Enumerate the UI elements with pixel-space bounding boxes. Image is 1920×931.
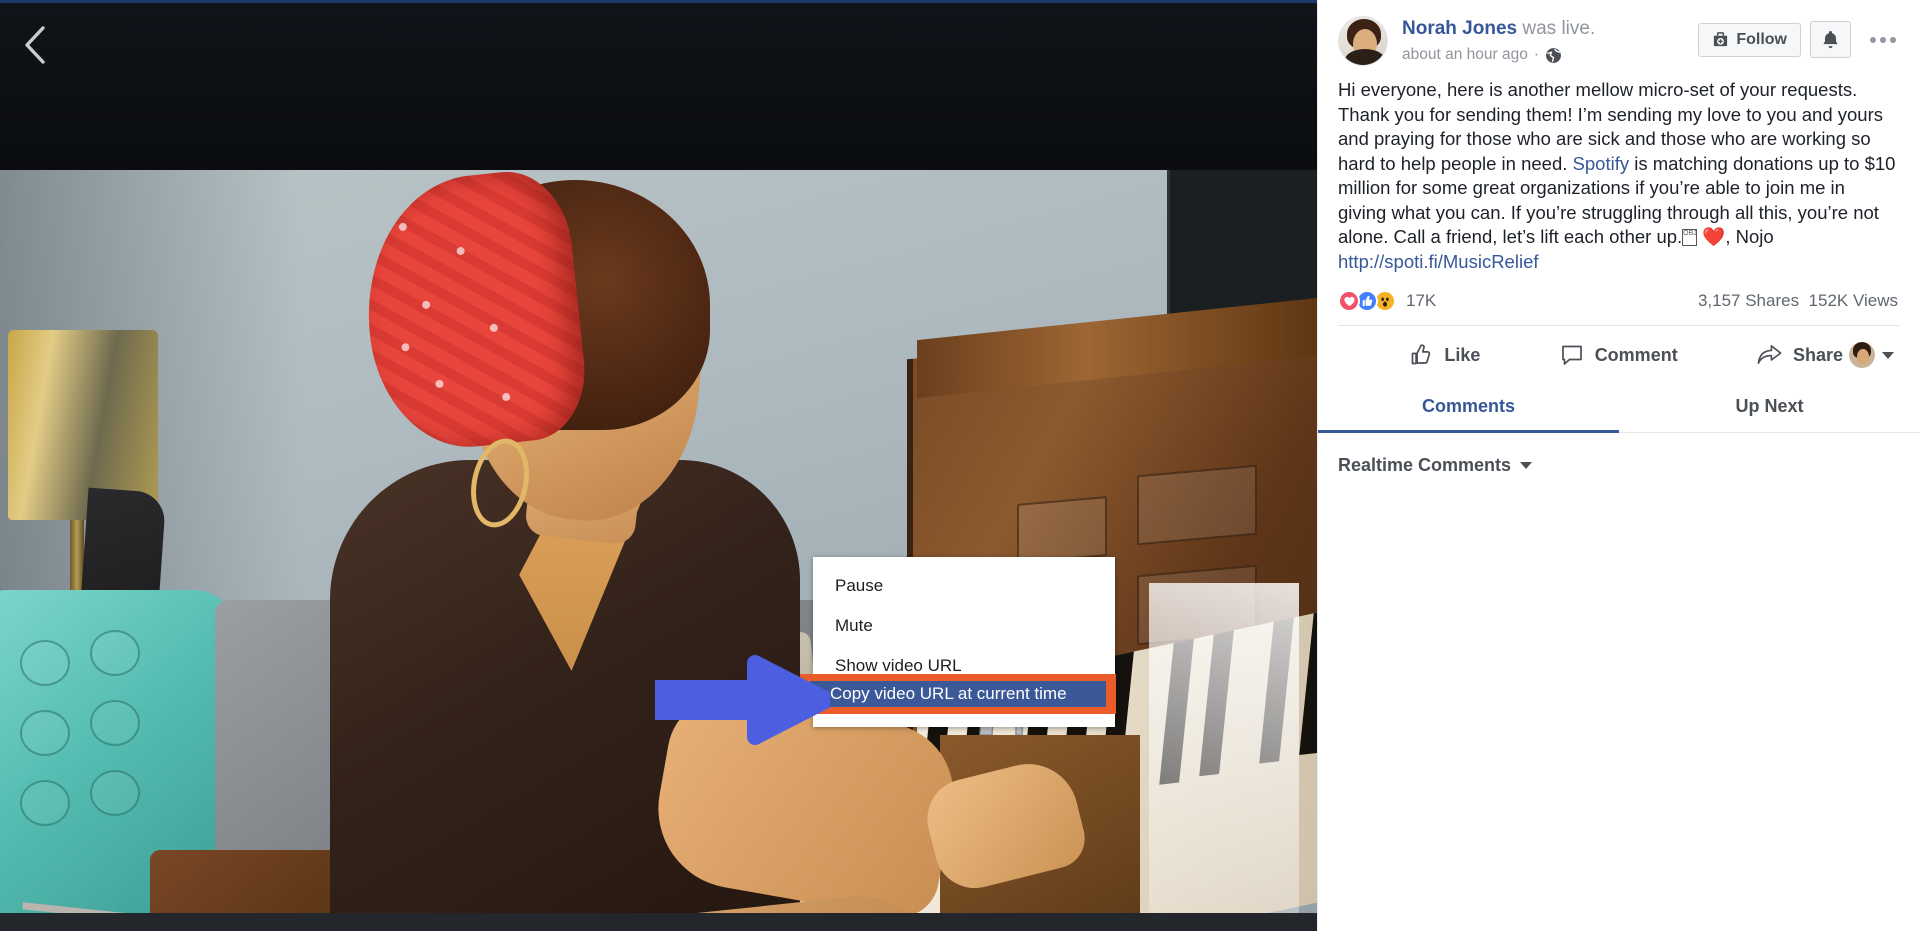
piano-panel <box>1137 464 1257 546</box>
comment-bubble-icon <box>1561 345 1582 365</box>
piano-panel <box>1017 496 1107 564</box>
browser-accent-line <box>0 0 1317 3</box>
meta-separator: · <box>1533 46 1540 63</box>
post-header-actions: Follow <box>1698 16 1902 58</box>
video-player-stage[interactable]: Pause Mute Show video URL Copy video URL… <box>0 0 1317 931</box>
views-count: 152K Views <box>1808 291 1898 310</box>
tab-up-next[interactable]: Up Next <box>1619 384 1920 433</box>
video-letterbox-top <box>0 0 1317 170</box>
live-status-label: was live. <box>1522 18 1596 39</box>
love-reaction-icon <box>1338 290 1360 312</box>
globe-icon <box>1546 47 1561 63</box>
heart-emoji: ❤️ <box>1702 226 1726 247</box>
shares-count: 3,157 Shares <box>1697 291 1800 310</box>
comments-filter-label: Realtime Comments <box>1338 455 1512 475</box>
post-actions-row: Like Comment Share <box>1318 326 1920 384</box>
follow-button-label: Follow <box>1736 30 1787 48</box>
comment-button-label: Comment <box>1594 344 1678 365</box>
context-menu-item-pause[interactable]: Pause <box>813 567 1115 607</box>
sidebar-tabs: Comments Up Next <box>1318 384 1920 433</box>
video-letterbox-bottom <box>0 913 1317 931</box>
author-name[interactable]: Norah Jones <box>1402 18 1517 39</box>
context-menu-item-mute[interactable]: Mute <box>813 607 1115 647</box>
comment-button[interactable]: Comment <box>1554 339 1684 371</box>
comments-filter-dropdown[interactable]: Realtime Comments <box>1338 455 1533 476</box>
post-text: Hi everyone, here is another mellow micr… <box>1318 72 1920 274</box>
like-button[interactable]: Like <box>1403 339 1486 371</box>
chevron-down-icon <box>1520 462 1533 469</box>
back-button[interactable] <box>8 18 62 72</box>
thumbs-up-icon <box>1412 344 1431 365</box>
ellipsis-icon <box>1880 36 1886 43</box>
reaction-summary[interactable]: 17K <box>1338 290 1436 312</box>
share-button-label: Share <box>1792 344 1843 365</box>
like-button-label: Like <box>1444 344 1481 365</box>
ellipsis-icon <box>1890 36 1896 43</box>
facebook-video-page: Pause Mute Show video URL Copy video URL… <box>0 0 1920 931</box>
post-sidebar: Norah Jones was live. about an hour ago … <box>1317 0 1920 931</box>
author-line: Norah Jones was live. <box>1402 17 1698 41</box>
share-arrow-icon <box>1757 345 1782 364</box>
reaction-count: 17K <box>1406 291 1437 310</box>
share-button[interactable]: Share <box>1751 339 1849 371</box>
audience-selector[interactable] <box>1849 342 1902 368</box>
notifications-button[interactable] <box>1810 21 1851 58</box>
author-avatar[interactable] <box>1338 16 1388 66</box>
missing-glyph-box: OBJ <box>1682 229 1698 246</box>
post-header: Norah Jones was live. about an hour ago … <box>1318 0 1920 72</box>
annotation-arrow-icon <box>655 655 830 745</box>
tab-comments[interactable]: Comments <box>1318 384 1619 433</box>
post-timestamp[interactable]: about an hour ago <box>1402 44 1528 66</box>
follow-button[interactable]: Follow <box>1698 22 1801 57</box>
post-text-part3: , Nojo <box>1725 226 1774 247</box>
live-video-frame[interactable] <box>0 170 1317 913</box>
spotify-link[interactable]: Spotify <box>1573 153 1630 174</box>
post-stats-row: 17K 3,157 Shares 152K Views <box>1318 274 1920 325</box>
back-chevron-icon <box>25 26 45 64</box>
comments-pane: Realtime Comments <box>1318 433 1920 476</box>
more-options-button[interactable] <box>1860 33 1902 47</box>
follow-plus-icon <box>1714 32 1728 47</box>
post-meta: about an hour ago · <box>1402 44 1698 66</box>
context-menu-item-copy-video-url-at-current-time[interactable]: Copy video URL at current time <box>810 681 1106 707</box>
post-url-link[interactable]: http://spoti.fi/MusicRelief <box>1338 251 1539 272</box>
window-light <box>1149 583 1299 913</box>
audience-avatar <box>1849 342 1875 368</box>
shares-views: 3,157 Shares 152K Views <box>1698 291 1898 311</box>
bell-icon <box>1823 30 1838 48</box>
chevron-down-icon <box>1882 351 1894 359</box>
ellipsis-icon <box>1870 36 1876 43</box>
post-header-text: Norah Jones was live. about an hour ago … <box>1388 16 1698 66</box>
